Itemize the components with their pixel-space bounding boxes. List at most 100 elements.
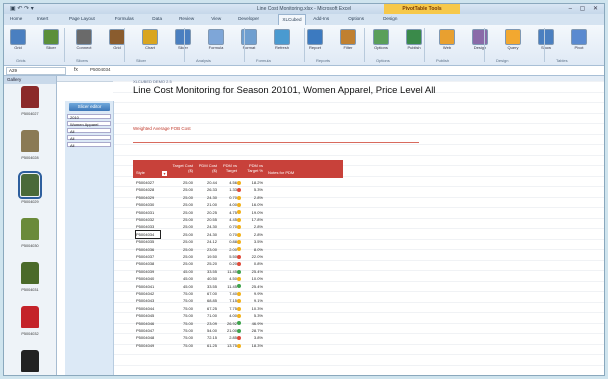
table-cell[interactable]: 0.88 [217,238,237,245]
table-cell[interactable]: 7.40 [217,290,237,297]
ribbon-button-10[interactable] [340,29,356,45]
ribbon-button-14[interactable] [472,29,488,45]
table-cell[interactable]: 75.00 [171,312,193,319]
table-cell[interactable]: 20.44 [195,179,217,186]
table-cell[interactable]: 4.50 [217,275,237,282]
table-row[interactable]: P5004027 25.00 20.44 4.56 18.2% [133,179,343,186]
tab-design[interactable]: Design [383,16,397,21]
table-cell[interactable]: 4.56 [217,179,237,186]
filter-dropdown-icon[interactable]: ▾ [162,171,167,176]
worksheet[interactable]: Slicer editor 2010 Women Apparel All All All… [57,76,604,375]
table-row[interactable]: P5004044 75.00 67.25 7.75 10.3% [133,305,343,312]
table-cell[interactable]: P5004041 [136,283,154,290]
table-cell[interactable]: 33.55 [195,268,217,275]
table-cell[interactable]: P5004030 [136,201,154,208]
table-cell[interactable]: 25.00 [171,231,193,238]
table-cell[interactable]: 25.4% [239,283,263,290]
table-cell[interactable]: 24.12 [195,238,217,245]
table-cell[interactable]: 10.0% [239,275,263,282]
header-target-cost[interactable]: Target Cost ($) [171,163,193,173]
tab-xlcubed[interactable]: XLCubed [278,14,306,25]
table-cell[interactable]: 75.00 [171,290,193,297]
window-controls[interactable]: – ▢ ✕ [569,5,601,12]
tab-add-ins[interactable]: Add-Ins [313,16,329,21]
header-style[interactable]: Style [136,170,145,176]
garment-thumbnail[interactable] [21,350,39,372]
table-cell[interactable]: 67.25 [195,305,217,312]
table-cell[interactable]: P5004046 [136,320,154,327]
table-cell[interactable]: P5004032 [136,216,154,223]
table-cell[interactable]: 2.8% [239,223,263,230]
table-cell[interactable]: 21.00 [195,201,217,208]
table-cell[interactable]: 17.8% [239,216,263,223]
ribbon-button-9[interactable] [307,29,323,45]
table-cell[interactable]: 23.00 [195,246,217,253]
table-cell[interactable]: 28.7% [239,327,263,334]
table-cell[interactable]: P5004048 [136,334,154,341]
table-cell[interactable]: 25.00 [171,201,193,208]
table-cell[interactable]: 25.20 [195,260,217,267]
table-cell[interactable]: P5004042 [136,290,154,297]
table-cell[interactable]: P5004045 [136,312,154,319]
table-cell[interactable]: 25.00 [171,253,193,260]
table-cell[interactable]: 24.30 [195,231,217,238]
table-cell[interactable]: 19.0% [239,209,263,216]
table-cell[interactable]: 22.0% [239,253,263,260]
table-cell[interactable]: 4.75 [217,209,237,216]
table-cell[interactable]: 23.09 [195,320,217,327]
slicer-filter[interactable]: All [67,135,111,141]
table-cell[interactable]: 75.00 [171,327,193,334]
table-cell[interactable]: 68.85 [195,297,217,304]
table-cell[interactable]: 0.8% [239,260,263,267]
header-pdm-cost[interactable]: PDM Cost ($) [195,163,217,173]
table-cell[interactable]: 25.00 [171,179,193,186]
header-notes[interactable]: Notes for PDM [268,170,294,176]
table-cell[interactable]: 25.00 [171,223,193,230]
table-cell[interactable]: 13.75 [217,342,237,349]
table-cell[interactable]: P5004037 [136,253,154,260]
table-cell[interactable]: 3.5% [239,238,263,245]
table-row[interactable]: P5004028 25.00 26.33 1.33 5.3% [133,186,343,193]
slicer-filter[interactable]: 2010 [67,114,111,120]
table-cell[interactable]: 40.50 [195,275,217,282]
slicer-editor-button[interactable]: Slicer editor [69,103,110,111]
table-cell[interactable]: 46.9% [239,320,263,327]
table-row[interactable]: P5004030 25.00 21.00 4.00 16.0% [133,201,343,208]
table-cell[interactable]: 11.45 [217,268,237,275]
ribbon-button-3[interactable] [109,29,125,45]
table-cell[interactable]: 5.3% [239,312,263,319]
table-row[interactable]: P5004031 25.00 20.25 4.75 19.0% [133,209,343,216]
table-cell[interactable]: 45.00 [171,283,193,290]
table-cell[interactable]: P5004047 [136,327,154,334]
table-row[interactable]: P5004048 75.00 72.15 2.85 3.8% [133,334,343,341]
table-cell[interactable]: P5004040 [136,275,154,282]
table-cell[interactable]: 20.55 [195,216,217,223]
ribbon-button-15[interactable] [505,29,521,45]
table-cell[interactable]: P5004038 [136,260,154,267]
ribbon-button-2[interactable] [76,29,92,45]
tab-view[interactable]: View [211,16,221,21]
table-row[interactable]: P5004039 45.00 33.55 11.45 25.4% [133,268,343,275]
table-cell[interactable]: P5004049 [136,342,154,349]
slicer-filter[interactable]: All [67,142,111,148]
ribbon-button-13[interactable] [439,29,455,45]
garment-thumbnail[interactable] [21,130,39,152]
ribbon-button-6[interactable] [208,29,224,45]
table-cell[interactable]: 8.0% [239,246,263,253]
ribbon-button-0[interactable] [10,29,26,45]
table-cell[interactable]: P5004043 [136,297,154,304]
table-row[interactable]: P5004037 25.00 19.50 5.50 22.0% [133,253,343,260]
table-cell[interactable]: 4.00 [217,201,237,208]
table-cell[interactable]: 9.1% [239,297,263,304]
ribbon-button-8[interactable] [274,29,290,45]
table-cell[interactable]: 25.4% [239,268,263,275]
table-cell[interactable]: 0.70 [217,223,237,230]
table-cell[interactable]: 9.9% [239,290,263,297]
table-row[interactable]: P5004046 75.00 23.09 26.92 46.9% [133,320,343,327]
table-cell[interactable]: 26.92 [217,320,237,327]
tab-home[interactable]: Home [10,16,22,21]
ribbon-button-1[interactable] [43,29,59,45]
table-cell[interactable]: 0.20 [217,260,237,267]
table-cell[interactable]: P5004034 [134,229,162,240]
table-cell[interactable]: 4.45 [217,216,237,223]
